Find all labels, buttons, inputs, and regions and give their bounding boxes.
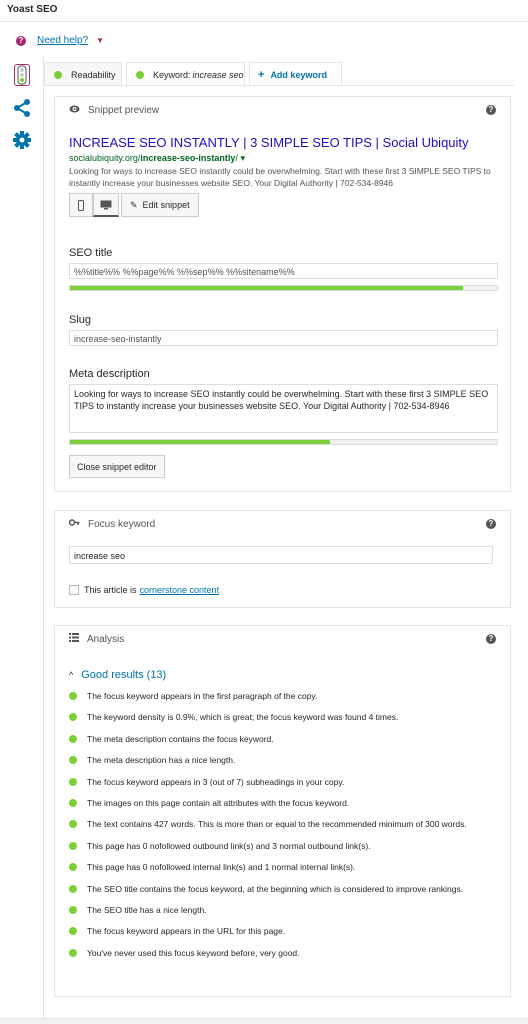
focus-keyword-header: Focus keyword ?: [55, 511, 510, 537]
meta-description-progress: [69, 439, 498, 445]
snippet-preview-panel: Snippet preview ? INCREASE SEO INSTANTLY…: [54, 96, 511, 492]
result-item: This page has 0 nofollowed internal link…: [69, 861, 489, 873]
desktop-preview-button[interactable]: [93, 193, 119, 217]
analysis-header: Analysis ?: [55, 626, 510, 652]
result-item: The images on this page contain alt attr…: [69, 797, 489, 809]
tab-keyword[interactable]: Keyword: increase seo: [126, 62, 245, 87]
seo-title-progress-fill: [70, 286, 463, 290]
result-item: You've never used this focus keyword bef…: [69, 947, 489, 959]
chevron-down-icon[interactable]: ▼: [96, 36, 104, 45]
status-dot-good: [69, 713, 77, 722]
result-item: The meta description has a nice length.: [69, 754, 489, 766]
status-dot-good: [69, 734, 77, 743]
result-item: The SEO title has a nice length.: [69, 904, 489, 916]
pencil-icon: ✎: [130, 199, 138, 210]
snippet-title[interactable]: INCREASE SEO INSTANTLY | 3 SIMPLE SEO TI…: [69, 135, 469, 150]
plus-icon: +: [258, 68, 265, 81]
help-question-icon[interactable]: ?: [486, 519, 496, 529]
good-results-list: The focus keyword appears in the first p…: [69, 690, 489, 968]
status-dot-good: [69, 884, 77, 893]
caret-down-icon: ▾: [240, 153, 245, 163]
tab-readability[interactable]: Readability: [44, 62, 122, 86]
key-icon: [68, 518, 80, 530]
slug-input[interactable]: increase-seo-instantly: [69, 330, 498, 346]
chevron-up-icon: ^: [69, 670, 74, 680]
seo-title-progress: [69, 285, 498, 291]
list-icon: [69, 633, 79, 645]
focus-keyword-input[interactable]: increase seo: [69, 546, 493, 564]
good-results-toggle[interactable]: ^ Good results (13): [69, 669, 166, 681]
result-item: This page has 0 nofollowed outbound link…: [69, 840, 489, 852]
mobile-preview-button[interactable]: [69, 193, 93, 217]
sidebar: [0, 56, 44, 1024]
result-item: The text contains 427 words. This is mor…: [69, 818, 489, 830]
result-item: The SEO title contains the focus keyword…: [69, 883, 489, 895]
need-help-link[interactable]: Need help?: [37, 35, 88, 46]
result-item: The meta description contains the focus …: [69, 733, 489, 745]
status-dot-good: [69, 948, 77, 957]
status-dot-good: [69, 692, 77, 700]
metabox-header: Yoast SEO: [0, 0, 528, 22]
mobile-icon: [78, 199, 84, 211]
status-dot-good: [69, 863, 77, 872]
gear-icon[interactable]: [12, 130, 32, 152]
page-footer-edge: [0, 1018, 528, 1024]
slug-label: Slug: [69, 314, 92, 326]
status-dot-good: [69, 927, 77, 936]
question-icon: ?: [16, 35, 26, 46]
meta-description-textarea[interactable]: Looking for ways to increase SEO instant…: [69, 384, 498, 433]
edit-snippet-button[interactable]: ✎ Edit snippet: [121, 193, 199, 217]
cornerstone-row: This article is cornerstone content: [69, 585, 219, 595]
result-item: The focus keyword appears in 3 (out of 7…: [69, 776, 489, 788]
result-item: The keyword density is 0.9%, which is gr…: [69, 711, 489, 723]
eye-icon: [69, 105, 80, 116]
status-dot-good: [69, 905, 77, 914]
focus-keyword-panel: Focus keyword ? increase seo This articl…: [54, 510, 511, 608]
status-dot-good: [69, 756, 77, 765]
status-dot-good: [69, 820, 77, 829]
share-icon[interactable]: [12, 98, 32, 120]
snippet-description[interactable]: Looking for ways to increase SEO instant…: [69, 165, 497, 189]
snippet-url[interactable]: socialubiquity.org/increase-seo-instantl…: [69, 153, 245, 164]
help-question-icon[interactable]: ?: [486, 634, 496, 644]
status-dot-good: [69, 798, 77, 807]
traffic-light-icon[interactable]: [14, 64, 30, 86]
analysis-panel: Analysis ? ^ Good results (13) The focus…: [54, 625, 511, 997]
preview-mode-switcher: ✎ Edit snippet: [69, 193, 199, 217]
result-item: The focus keyword appears in the first p…: [69, 690, 489, 702]
status-dot-good: [69, 777, 77, 786]
result-item: The focus keyword appears in the URL for…: [69, 925, 489, 937]
snippet-preview-header: Snippet preview ?: [55, 97, 510, 123]
metabox-title: Yoast SEO: [7, 4, 58, 15]
status-dot-good: [136, 71, 144, 79]
seo-title-input[interactable]: %%title%% %%page%% %%sep%% %%sitename%%: [69, 263, 498, 279]
help-toggle[interactable]: ? Need help? ▼: [16, 35, 104, 46]
cornerstone-content-link[interactable]: cornerstone content: [140, 585, 220, 595]
seo-title-label: SEO title: [69, 247, 113, 259]
cornerstone-checkbox[interactable]: [69, 585, 79, 595]
add-keyword-button[interactable]: + Add keyword: [249, 62, 342, 86]
desktop-icon: [100, 200, 112, 209]
help-question-icon[interactable]: ?: [486, 105, 496, 115]
status-dot-good: [69, 841, 77, 850]
tab-divider: [44, 85, 514, 86]
status-dot-good: [54, 70, 62, 79]
meta-description-label: Meta description: [69, 368, 150, 380]
meta-description-progress-fill: [70, 440, 331, 444]
close-snippet-editor-button[interactable]: Close snippet editor: [69, 455, 165, 478]
